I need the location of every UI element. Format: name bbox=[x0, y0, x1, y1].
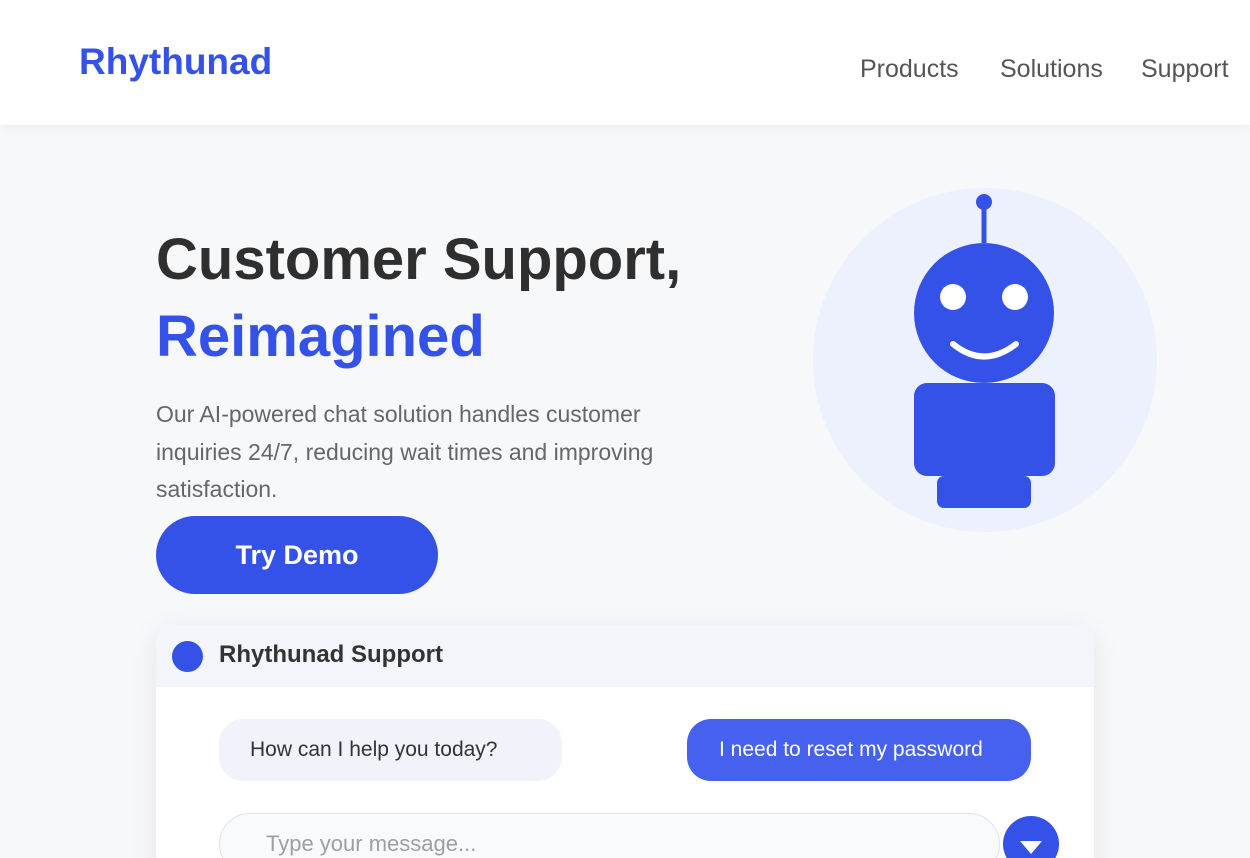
hero-title-accent: Reimagined bbox=[156, 304, 485, 369]
nav-item-products[interactable]: Products bbox=[860, 55, 959, 84]
bot-message: How can I help you today? bbox=[219, 719, 562, 781]
message-input[interactable] bbox=[219, 813, 1000, 858]
robot-illustration bbox=[812, 187, 1158, 533]
chat-header: Rhythunad Support bbox=[156, 625, 1094, 687]
hero-description: Our AI-powered chat solution handles cus… bbox=[156, 401, 654, 502]
nav-item-solutions[interactable]: Solutions bbox=[1000, 55, 1103, 84]
brand-logo[interactable]: Rhythunad bbox=[79, 41, 272, 83]
chevron-down-icon bbox=[1020, 841, 1042, 854]
chat-title: Rhythunad Support bbox=[219, 641, 443, 668]
hero-title: Customer Support, bbox=[156, 227, 682, 292]
site-header: Rhythunad Products Solutions Support bbox=[0, 0, 1250, 125]
robot-icon bbox=[813, 188, 1157, 532]
status-indicator bbox=[172, 641, 203, 672]
try-demo-button[interactable]: Try Demo bbox=[156, 516, 438, 594]
send-button[interactable] bbox=[1003, 816, 1059, 858]
nav-item-support[interactable]: Support bbox=[1141, 55, 1229, 84]
user-message: I need to reset my password bbox=[687, 719, 1031, 781]
chat-widget: Rhythunad Support How can I help you tod… bbox=[156, 625, 1094, 858]
